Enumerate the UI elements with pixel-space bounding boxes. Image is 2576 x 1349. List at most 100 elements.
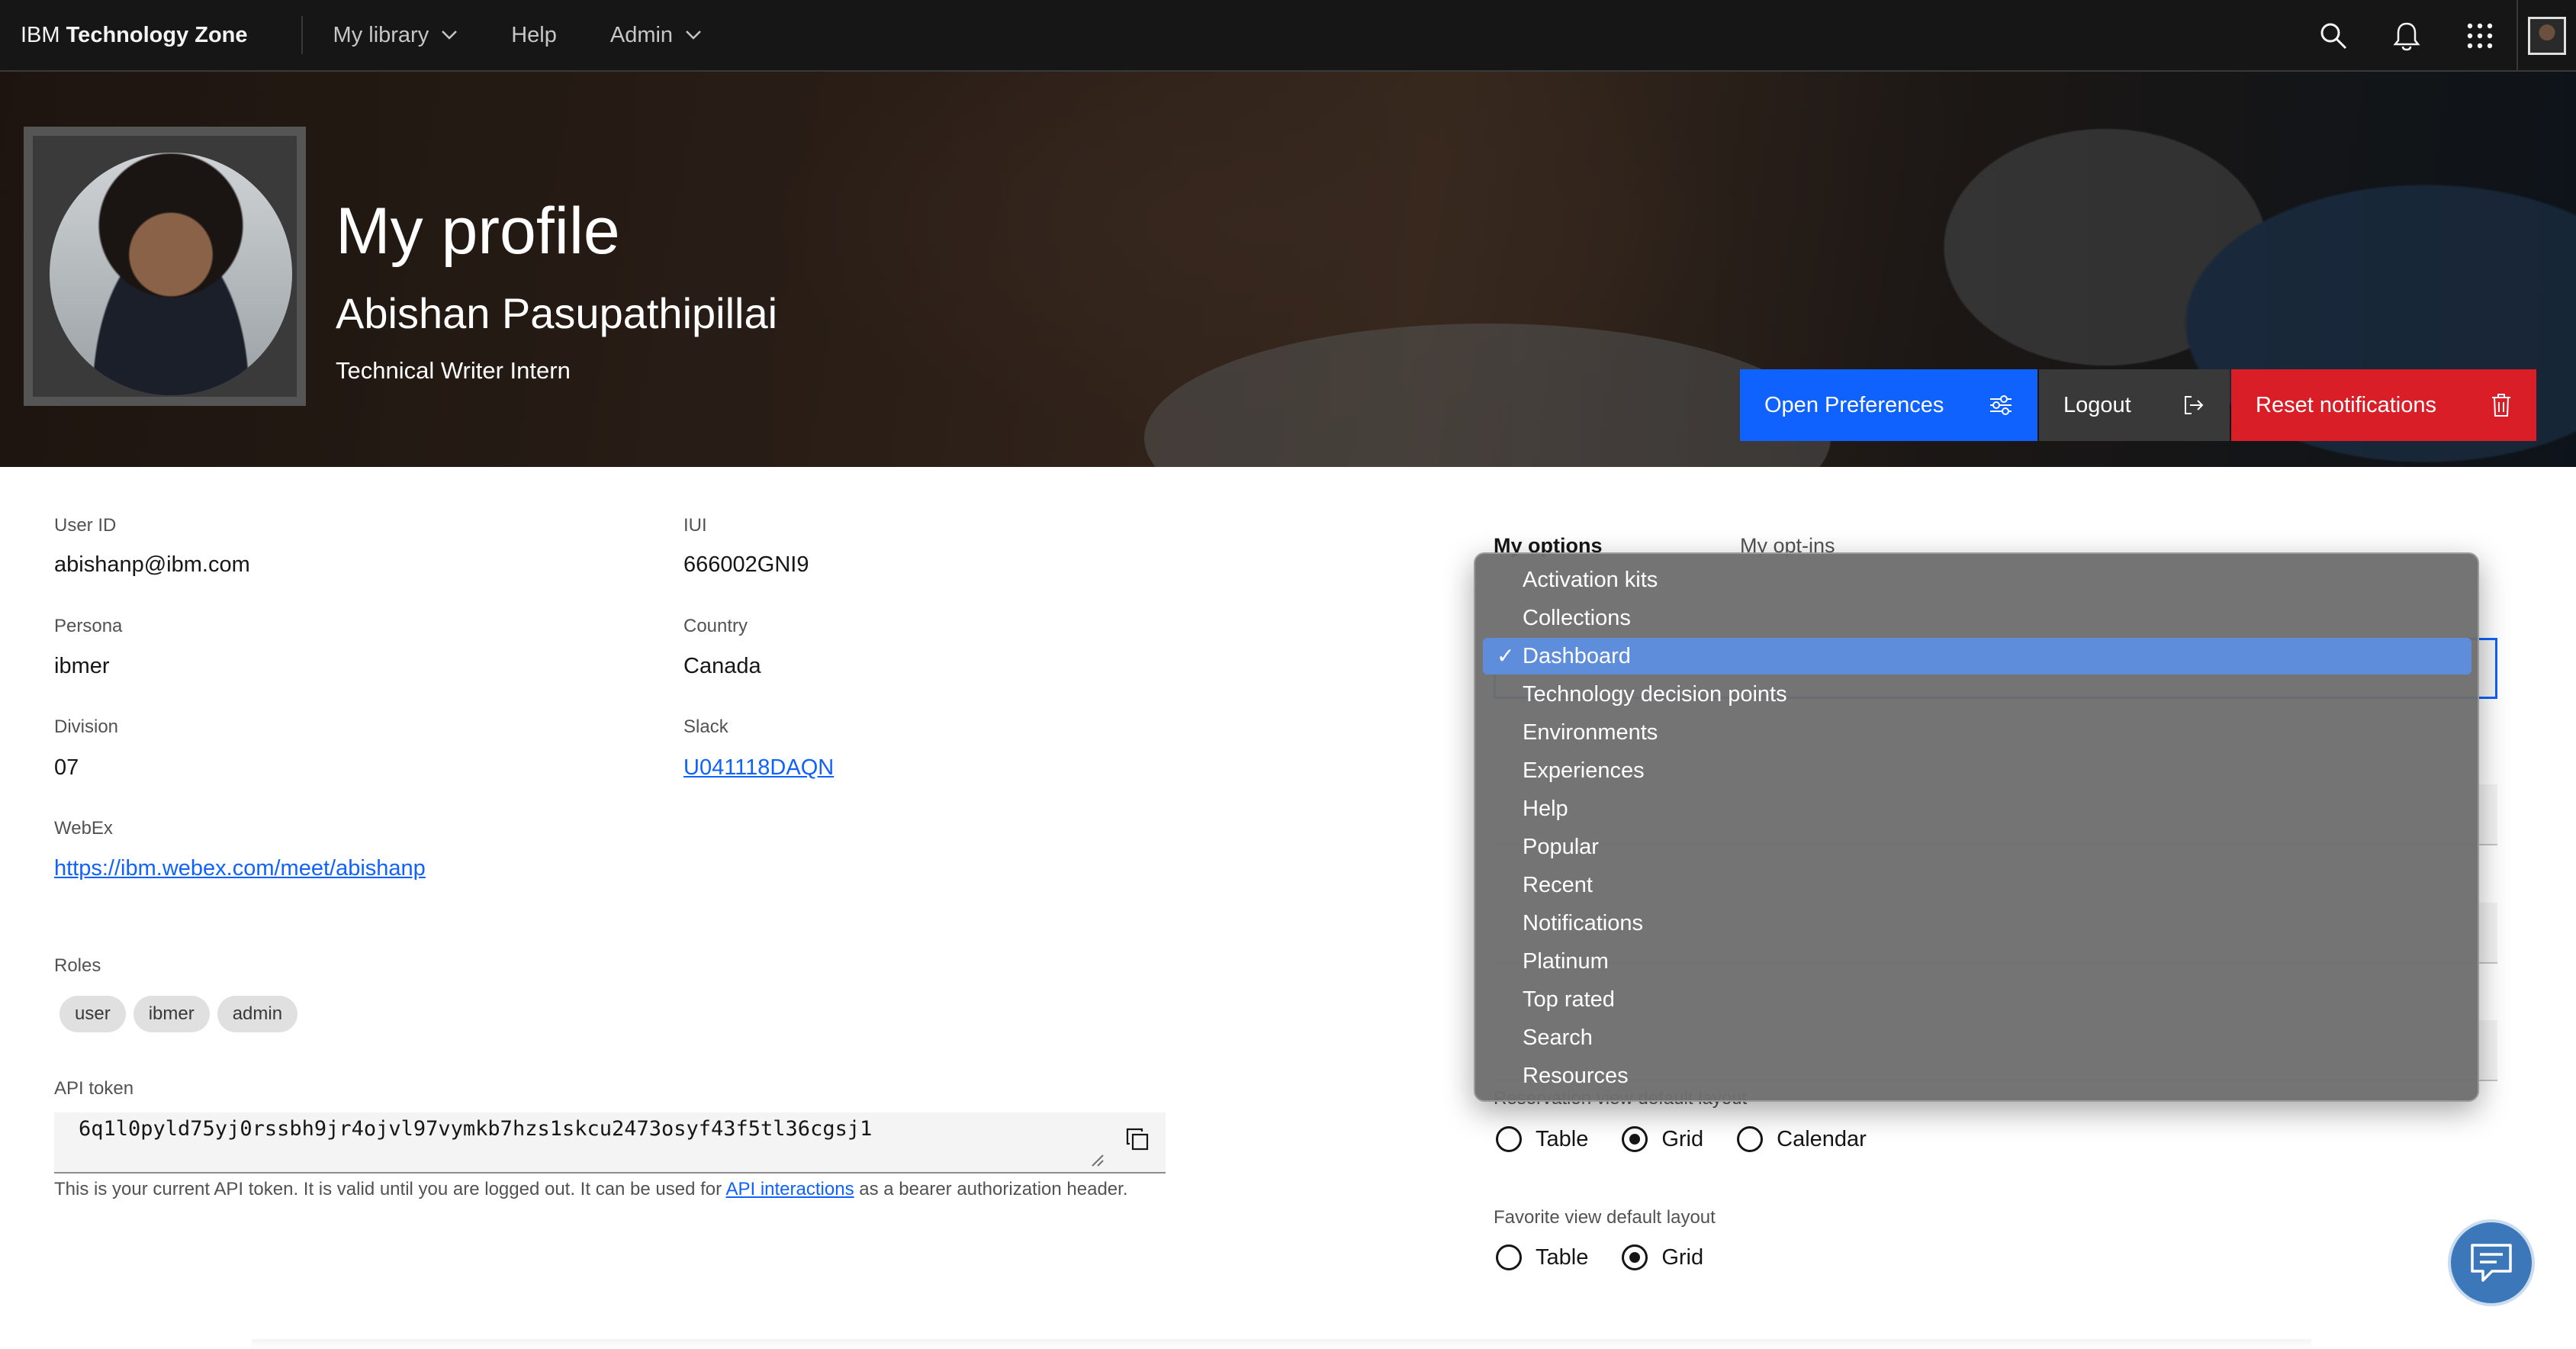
option-label: Experiences (1523, 758, 1645, 783)
iui-value: 666002GNI9 (683, 552, 809, 577)
dropdown-option[interactable]: Resources (1483, 1058, 2471, 1094)
reservation-radio-calendar[interactable]: Calendar (1737, 1126, 1867, 1152)
option-label: Top rated (1523, 987, 1615, 1012)
search-icon (2320, 23, 2347, 50)
api-interactions-link[interactable]: API interactions (725, 1179, 854, 1199)
api-token-helper-text: This is your current API token. It is va… (54, 1179, 1128, 1200)
favorite-radio-table[interactable]: Table (1496, 1244, 1588, 1270)
dropdown-option[interactable]: Experiences (1483, 752, 2471, 789)
nav-my-library-label: My library (333, 22, 429, 47)
reset-notifications-button[interactable]: Reset notifications (2231, 369, 2536, 441)
app-switcher-icon (2467, 23, 2493, 49)
country-label: Country (683, 616, 748, 636)
radio-label: Grid (1661, 1244, 1704, 1270)
iui-label: IUI (683, 515, 707, 536)
footer-divider (252, 1339, 2311, 1349)
radio-label: Table (1536, 1126, 1589, 1151)
dropdown-option[interactable]: Environments (1483, 714, 2471, 751)
default-view-dropdown-menu: Activation kits Collections ✓ Dashboard T… (1474, 552, 2479, 1102)
option-label: Dashboard (1523, 644, 1631, 668)
roles-tags: user ibmer admin (59, 996, 305, 1032)
persona-label: Persona (54, 616, 123, 636)
api-token-value[interactable]: 6q1l0pyld75yj0rssbh9jr4ojvl97vymkb7hzs1s… (79, 1117, 872, 1141)
dropdown-option[interactable]: Top rated (1483, 981, 2471, 1018)
option-label: Notifications (1523, 911, 1643, 935)
option-label: Collections (1523, 606, 1631, 630)
role-tag: ibmer (133, 996, 210, 1032)
radio-label: Grid (1661, 1126, 1704, 1151)
option-label: Activation kits (1523, 568, 1658, 592)
country-value: Canada (683, 654, 761, 678)
app-switcher-button[interactable] (2443, 0, 2517, 72)
nav-help[interactable]: Help (511, 23, 557, 48)
dropdown-option[interactable]: Technology decision points (1483, 676, 2471, 713)
hero-actions: Open Preferences Logout Reset notificati… (1740, 369, 2536, 441)
trash-icon (2492, 394, 2510, 417)
webex-label: WebEx (54, 818, 113, 839)
open-preferences-label: Open Preferences (1764, 392, 1944, 417)
copy-icon (1126, 1128, 1149, 1151)
reset-notifications-label: Reset notifications (2256, 392, 2436, 417)
slack-link[interactable]: U041118DAQN (683, 755, 834, 781)
favorite-layout-label: Favorite view default layout (1494, 1207, 1716, 1228)
nav-help-label: Help (511, 22, 557, 47)
dropdown-option[interactable]: Search (1483, 1019, 2471, 1056)
dropdown-option[interactable]: Activation kits (1483, 562, 2471, 598)
reservation-radio-table[interactable]: Table (1496, 1126, 1588, 1152)
nav-my-library[interactable]: My library (333, 23, 458, 48)
api-token-field[interactable]: 6q1l0pyld75yj0rssbh9jr4ojvl97vymkb7hzs1s… (54, 1112, 1166, 1174)
dropdown-option-selected[interactable]: ✓ Dashboard (1483, 638, 2471, 674)
dropdown-option[interactable]: Platinum (1483, 943, 2471, 980)
logout-label: Logout (2063, 392, 2131, 417)
page-title: My profile (336, 195, 620, 268)
roles-label: Roles (54, 955, 101, 976)
logout-button[interactable]: Logout (2039, 369, 2230, 441)
favorite-layout-radio-group: Table Grid (1496, 1244, 1737, 1270)
helper-text-start: This is your current API token. It is va… (54, 1179, 726, 1199)
profile-photo (50, 153, 292, 395)
brand-logo[interactable]: IBM Technology Zone (21, 23, 248, 48)
search-button[interactable] (2297, 0, 2370, 72)
role-tag: user (59, 996, 126, 1032)
radio-button-checked-icon (1622, 1244, 1648, 1270)
option-label: Resources (1523, 1064, 1629, 1088)
webex-link[interactable]: https://ibm.webex.com/meet/abishanp (54, 856, 426, 881)
option-label: Popular (1523, 835, 1599, 859)
profile-hero: My profile Abishan Pasupathipillai Techn… (0, 72, 2576, 467)
reservation-layout-radio-group: Table Grid Calendar (1496, 1126, 1900, 1152)
radio-button-icon (1737, 1126, 1764, 1152)
division-label: Division (54, 716, 119, 737)
user-avatar (2528, 17, 2566, 55)
user-avatar-button[interactable] (2517, 0, 2576, 72)
top-navigation: IBM Technology Zone My library Help Admi… (0, 0, 2576, 72)
user-id-label: User ID (54, 515, 117, 536)
nav-admin[interactable]: Admin (610, 23, 702, 48)
open-preferences-button[interactable]: Open Preferences (1740, 369, 2037, 441)
reservation-radio-grid[interactable]: Grid (1622, 1126, 1703, 1152)
dropdown-option[interactable]: Popular (1483, 829, 2471, 865)
user-id-value: abishanp@ibm.com (54, 552, 250, 577)
dropdown-option[interactable]: Help (1483, 790, 2471, 827)
chat-button[interactable] (2448, 1219, 2535, 1306)
copy-button[interactable] (1126, 1128, 1149, 1154)
dropdown-option[interactable]: Recent (1483, 867, 2471, 903)
slack-label: Slack (683, 716, 728, 737)
option-label: Environments (1523, 720, 1658, 745)
option-label: Technology decision points (1523, 682, 1787, 707)
radio-label: Calendar (1777, 1126, 1867, 1151)
dropdown-option[interactable]: Notifications (1483, 905, 2471, 942)
favorite-radio-grid[interactable]: Grid (1622, 1244, 1703, 1270)
profile-photo-frame (24, 127, 306, 406)
dropdown-option[interactable]: Collections (1483, 600, 2471, 636)
radio-button-icon (1496, 1126, 1522, 1152)
brand-prefix: IBM (21, 22, 60, 47)
nav-admin-label: Admin (609, 22, 674, 47)
settings-adjust-icon (1990, 395, 2012, 415)
user-name: Abishan Pasupathipillai (336, 289, 778, 337)
brand-name: Technology Zone (66, 22, 248, 47)
resize-handle-icon[interactable] (1091, 1154, 1105, 1167)
chevron-down-icon (686, 31, 701, 40)
logout-icon (2185, 396, 2204, 414)
division-value: 07 (54, 755, 79, 780)
notifications-button[interactable] (2370, 0, 2443, 72)
